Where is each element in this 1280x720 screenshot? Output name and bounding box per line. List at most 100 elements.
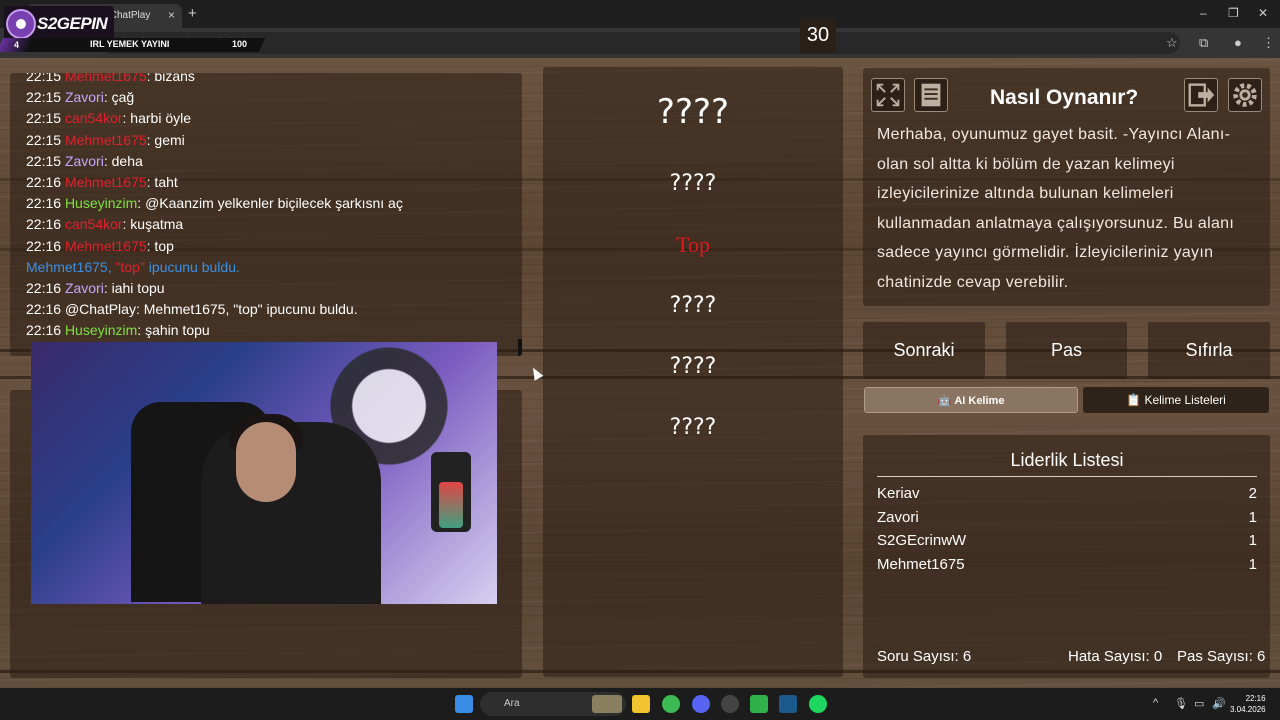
leaderboard-title: Liderlik Listesi bbox=[877, 450, 1257, 477]
how-to-play-text: Merhaba, oyunumuz gayet basit. -Yayıncı … bbox=[877, 126, 1235, 291]
gear-icon[interactable] bbox=[1228, 78, 1262, 112]
chat-text: : deha bbox=[103, 152, 143, 169]
chat-message: 22:16 Huseyinzim: @Kaanzim yelkenler biç… bbox=[26, 193, 522, 214]
chat-time: 22:15 bbox=[26, 152, 62, 169]
hint-word-2: Top bbox=[676, 232, 710, 257]
tab-word-lists-label: Kelime Listeleri bbox=[1144, 393, 1226, 407]
chat-message: Mehmet1675, "top" ipucunu buldu. bbox=[26, 257, 522, 278]
discord-icon[interactable] bbox=[692, 695, 710, 713]
leader-score: 2 bbox=[1248, 485, 1257, 502]
chat-time: 22:15 bbox=[26, 110, 62, 127]
launcher-icon[interactable] bbox=[750, 695, 768, 713]
file-explorer-icon[interactable] bbox=[632, 695, 650, 713]
extensions-icon[interactable]: ⧉ bbox=[1199, 35, 1208, 51]
pass-button[interactable]: Pas bbox=[1006, 322, 1127, 379]
hint-word-1: ???? bbox=[669, 171, 717, 196]
chat-username[interactable]: Huseyinzim bbox=[65, 195, 137, 211]
chat-time: 22:16 bbox=[26, 195, 62, 212]
overlay-strip-number: 100 bbox=[232, 39, 248, 49]
volume-icon[interactable]: 🔊 bbox=[1212, 697, 1226, 710]
chat-message: 22:15 Mehmet1675: gemi bbox=[26, 130, 522, 151]
pass-count: Pas Sayısı: 6 bbox=[1177, 648, 1266, 665]
error-count: Hata Sayısı: 0 bbox=[1068, 648, 1163, 665]
chat-username[interactable]: can54kor bbox=[65, 216, 123, 232]
chat-time: 22:16 bbox=[26, 280, 62, 297]
how-to-play-title: Nasıl Oynanır? bbox=[990, 86, 1139, 109]
tray-chevron-icon[interactable]: ^ bbox=[1153, 697, 1158, 709]
chat-system-text: Mehmet1675, bbox=[26, 258, 116, 275]
leaderboard-row: S2GEcrinwW 1 bbox=[877, 532, 1257, 549]
menu-kebab-icon[interactable]: ⋮ bbox=[1262, 35, 1275, 51]
hint-word-3: ???? bbox=[669, 293, 717, 318]
obs-icon[interactable] bbox=[721, 695, 739, 713]
reset-button[interactable]: Sıfırla bbox=[1148, 322, 1270, 379]
chat-username[interactable]: Zavori bbox=[65, 280, 104, 296]
notes-icon[interactable] bbox=[914, 78, 948, 112]
tab-word-lists[interactable]: 📋 Kelime Listeleri bbox=[1083, 387, 1269, 413]
microphone-icon[interactable]: 🎙 bbox=[1174, 697, 1188, 710]
chat-message: 22:16 Huseyinzim: şahin topu bbox=[26, 320, 522, 341]
tab-ai-word-label: AI Kelime bbox=[954, 395, 1005, 407]
chrome-icon[interactable] bbox=[662, 695, 680, 713]
leader-name: S2GEcrinwW bbox=[877, 532, 967, 549]
tab-close-icon[interactable]: × bbox=[168, 8, 175, 22]
tab-ai-word[interactable]: 🤖 AI Kelime bbox=[864, 387, 1078, 413]
chat-time: 22:16 bbox=[26, 322, 62, 339]
window-close-button[interactable]: ✕ bbox=[1258, 6, 1268, 20]
fullscreen-icon[interactable] bbox=[871, 78, 905, 112]
overlay-strip-text: IRL YEMEK YAYINI bbox=[90, 39, 170, 49]
taskbar-clock[interactable]: 22:16 3.04.2026 bbox=[1230, 693, 1266, 715]
leaderboard-row: Mehmet1675 1 bbox=[877, 556, 1257, 573]
leaderboard-row: Zavori 1 bbox=[877, 509, 1257, 526]
chat-username[interactable]: Mehmet1675 bbox=[65, 132, 147, 148]
clipboard-icon: 📋 bbox=[1126, 393, 1142, 407]
chat-text: : harbi öyle bbox=[122, 110, 192, 127]
chat-username[interactable]: Mehmet1675 bbox=[65, 238, 147, 254]
chat-username[interactable]: Huseyinzim bbox=[65, 322, 137, 338]
chat-username[interactable]: can54kor bbox=[65, 110, 123, 126]
chat-text: : Mehmet1675, "top" ipucunu buldu. bbox=[135, 301, 358, 318]
chat-text: : taht bbox=[146, 174, 178, 191]
widget-icon[interactable] bbox=[592, 695, 622, 713]
question-count: Soru Sayısı: 6 bbox=[877, 648, 972, 665]
chat-message: 22:16 Mehmet1675: taht bbox=[26, 172, 522, 193]
main-word: ???? bbox=[656, 92, 730, 132]
overlay-brand: S2GEPIN bbox=[37, 14, 108, 33]
stream-overlay-logo: S2GEPIN bbox=[4, 6, 114, 42]
chat-text: : top bbox=[146, 237, 174, 254]
maximize-button[interactable]: ❐ bbox=[1228, 6, 1239, 20]
chat-time: 22:16 bbox=[26, 216, 62, 233]
chat-username[interactable]: Zavori bbox=[65, 89, 104, 105]
chat-username[interactable]: Zavori bbox=[65, 153, 104, 169]
exit-icon[interactable] bbox=[1184, 78, 1218, 112]
chat-message-list: 22:15 Mehmet1675: bizans 22:15 Zavori: ça… bbox=[26, 73, 522, 342]
chat-text: : iahi topu bbox=[103, 280, 165, 297]
overlay-left-number: 4 bbox=[14, 40, 20, 50]
chat-time: 22:16 bbox=[26, 237, 62, 254]
leader-score: 1 bbox=[1248, 509, 1257, 526]
minimize-button[interactable]: – bbox=[1200, 6, 1207, 20]
steam-icon[interactable] bbox=[779, 695, 797, 713]
chat-message: 22:15 Zavori: deha bbox=[26, 151, 522, 172]
chat-system-text: "top" bbox=[115, 258, 145, 275]
start-menu-icon[interactable] bbox=[455, 695, 473, 713]
network-icon[interactable]: ▭ bbox=[1194, 697, 1204, 710]
chat-username[interactable]: Mehmet1675 bbox=[65, 73, 147, 84]
chat-text: : @Kaanzim yelkenler biçilecek şarkısnı … bbox=[137, 195, 403, 212]
spotify-icon[interactable] bbox=[809, 695, 827, 713]
clock-time: 22:16 bbox=[1245, 694, 1266, 703]
profile-avatar-icon[interactable]: ● bbox=[1234, 35, 1242, 50]
chat-text: : şahin topu bbox=[137, 322, 210, 339]
next-button[interactable]: Sonraki bbox=[863, 322, 985, 379]
chat-username[interactable]: Mehmet1675 bbox=[65, 174, 147, 190]
chat-text: : kuşatma bbox=[122, 216, 184, 233]
chat-scrollbar[interactable] bbox=[518, 339, 522, 356]
chat-message: 22:15 can54kor: harbi öyle bbox=[26, 108, 522, 129]
chat-username[interactable]: @ChatPlay bbox=[65, 301, 136, 317]
hint-word-5: ???? bbox=[669, 415, 717, 440]
chat-time: 22:15 bbox=[26, 73, 62, 84]
bookmark-star-icon[interactable]: ☆ bbox=[1166, 35, 1178, 51]
chat-message: 22:15 Zavori: çağ bbox=[26, 87, 522, 108]
chat-message: 22:16 @ChatPlay: Mehmet1675, "top" ipucu… bbox=[26, 299, 522, 320]
new-tab-button[interactable]: + bbox=[188, 5, 197, 22]
